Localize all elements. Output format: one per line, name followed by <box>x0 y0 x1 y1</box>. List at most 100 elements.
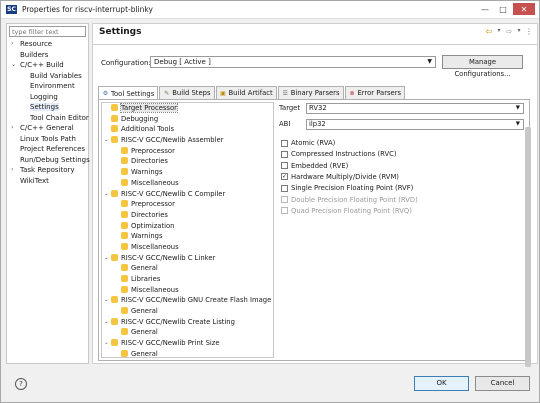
nav-item-label: Build Variables <box>30 71 82 80</box>
configuration-select[interactable]: Debug [ Active ] ▼ <box>150 56 436 68</box>
tool-tree-item[interactable]: ⌄ RISC-V GCC/Newlib GNU Create Flash Imag… <box>102 295 273 306</box>
extension-checkbox[interactable]: Single Precision Floating Point (RVF) <box>281 183 413 193</box>
abi-select[interactable]: ilp32 ▼ <box>306 119 524 130</box>
nav-item[interactable]: Builders <box>7 50 88 61</box>
tab-error-parsers[interactable]: ⊗ Error Parsers <box>344 86 406 99</box>
tool-tree-item[interactable]: General <box>102 327 273 338</box>
tool-tree-item[interactable]: Directories <box>102 210 273 221</box>
extension-checkbox[interactable]: Embedded (RVE) <box>281 161 348 171</box>
chevron-down-icon[interactable]: ⌄ <box>104 189 109 200</box>
tool-settings-icon <box>111 114 118 122</box>
tool-tree-item[interactable]: ⌄ RISC-V GCC/Newlib Print Size <box>102 338 273 349</box>
chevron-down-icon[interactable]: ⌄ <box>104 317 109 328</box>
nav-item[interactable]: ⌄ C/C++ Build <box>7 60 88 71</box>
chevron-down-icon[interactable]: ⌄ <box>11 60 16 71</box>
tool-tree-item[interactable]: ⌄ RISC-V GCC/Newlib C Linker <box>102 253 273 264</box>
tool-tree-item[interactable]: Debugging <box>102 114 273 125</box>
tool-tree-item[interactable]: ⌄ RISC-V GCC/Newlib Create Listing <box>102 317 273 328</box>
tab-binary-parsers[interactable]: ☰ Binary Parsers <box>277 86 344 99</box>
tool-tree-item[interactable]: Miscellaneous <box>102 285 273 296</box>
minimize-icon[interactable]: — <box>477 3 493 15</box>
maximize-icon[interactable]: □ <box>495 3 511 15</box>
tool-tree-item[interactable]: Preprocessor <box>102 199 273 210</box>
nav-item[interactable]: › Task Repository <box>7 165 88 176</box>
build-steps-icon: ✎ <box>164 89 170 97</box>
nav-item[interactable]: Run/Debug Settings <box>7 155 90 166</box>
tab-bar: ⚙ Tool Settings ✎ Build Steps ▣ Build Artifac… <box>98 86 406 100</box>
tool-tree: Target Processor Debugging Additional Tool… <box>101 102 274 358</box>
extension-label: Atomic (RVA) <box>291 139 336 147</box>
help-icon[interactable]: ? <box>15 378 27 390</box>
unchecked-icon[interactable] <box>281 162 288 170</box>
tool-settings-icon <box>121 146 128 154</box>
close-icon[interactable]: ✕ <box>513 3 535 15</box>
chevron-down-icon[interactable]: ▾ <box>495 27 503 36</box>
chevron-down-icon[interactable]: ⌄ <box>104 295 109 306</box>
nav-item[interactable]: Project References <box>7 144 88 155</box>
nav-item-label: Project References <box>20 145 86 153</box>
extension-checkbox[interactable]: ✓ Hardware Multiply/Divide (RVM) <box>281 172 399 182</box>
nav-item[interactable]: › Resource <box>7 39 88 50</box>
unchecked-icon[interactable] <box>281 184 288 192</box>
title-bar[interactable]: SC Properties for riscv-interrupt-blinky… <box>1 1 539 19</box>
tool-tree-item[interactable]: Warnings <box>102 231 273 242</box>
filter-input[interactable] <box>9 26 86 37</box>
tool-tree-item[interactable]: ⌄ RISC-V GCC/Newlib Assembler <box>102 135 273 146</box>
unchecked-icon[interactable] <box>281 139 288 147</box>
tool-tree-item[interactable]: Additional Tools <box>102 124 273 135</box>
nav-item[interactable]: Environment <box>7 81 88 92</box>
tool-tree-item[interactable]: Warnings <box>102 167 273 178</box>
chevron-right-icon[interactable]: › <box>11 165 13 176</box>
tab-tool-settings[interactable]: ⚙ Tool Settings <box>98 86 159 100</box>
tool-tree-item[interactable]: Optimization <box>102 221 273 232</box>
tool-tree-label: Miscellaneous <box>131 242 179 251</box>
nav-item[interactable]: Settings <box>7 102 88 113</box>
unchecked-icon[interactable] <box>281 150 288 158</box>
tool-tree-item[interactable]: General <box>102 263 273 274</box>
target-label: Target <box>279 104 301 112</box>
target-value: RV32 <box>309 104 327 112</box>
tool-settings-panel: Target Processor Debugging Additional Tool… <box>98 99 530 361</box>
tool-tree-item[interactable]: Miscellaneous <box>102 242 273 253</box>
tab-build-artifact[interactable]: ▣ Build Artifact <box>215 86 277 99</box>
nav-item[interactable]: WikiText <box>7 176 88 187</box>
tool-settings-icon <box>121 328 128 336</box>
tab-label: Build Steps <box>172 89 211 97</box>
tool-settings-icon <box>121 285 128 293</box>
extension-checkbox[interactable]: Compressed Instructions (RVC) <box>281 149 397 159</box>
navigation-panel: › Resource Builders ⌄ C/C++ Build Build Varia… <box>6 23 90 364</box>
tool-tree-item[interactable]: General <box>102 349 273 357</box>
back-icon[interactable]: ⇦ <box>485 27 493 36</box>
menu-icon[interactable]: ⋮ <box>525 27 533 36</box>
manage-configurations-button[interactable]: Manage Configurations... <box>442 55 523 78</box>
cancel-button[interactable]: Cancel <box>475 376 530 391</box>
tool-tree-item[interactable]: Libraries <box>102 274 273 285</box>
nav-item[interactable]: Tool Chain Editor <box>7 113 89 124</box>
tab-build-steps[interactable]: ✎ Build Steps <box>159 86 215 99</box>
chevron-down-icon[interactable]: ▾ <box>515 27 523 36</box>
chevron-down-icon[interactable]: ⌄ <box>104 253 109 264</box>
chevron-down-icon: ▼ <box>427 58 432 65</box>
chevron-right-icon[interactable]: › <box>11 123 13 134</box>
tool-tree-item[interactable]: Preprocessor <box>102 146 273 157</box>
chevron-down-icon[interactable]: ⌄ <box>104 135 109 146</box>
tool-tree-item[interactable]: General <box>102 306 273 317</box>
nav-item[interactable]: Logging <box>7 92 88 103</box>
chevron-right-icon[interactable]: › <box>11 39 13 50</box>
checked-icon[interactable]: ✓ <box>281 173 288 181</box>
tool-tree-item[interactable]: Miscellaneous <box>102 178 273 189</box>
tool-tree-item[interactable]: ⌄ RISC-V GCC/Newlib C Compiler <box>102 189 273 200</box>
extension-checkbox[interactable]: Atomic (RVA) <box>281 138 335 148</box>
tool-tree-item[interactable]: Directories <box>102 156 273 167</box>
nav-item[interactable]: Linux Tools Path <box>7 134 88 145</box>
forward-icon[interactable]: ⇨ <box>505 27 513 36</box>
chevron-down-icon[interactable]: ⌄ <box>104 338 109 349</box>
tool-tree-item[interactable]: Target Processor <box>102 103 273 114</box>
nav-item[interactable]: › C/C++ General <box>7 123 88 134</box>
target-select[interactable]: RV32 ▼ <box>306 103 524 114</box>
tool-settings-icon <box>111 253 118 261</box>
nav-item[interactable]: Build Variables <box>7 71 88 82</box>
ok-button[interactable]: OK <box>414 376 469 391</box>
tool-settings-icon <box>111 189 118 197</box>
vertical-scrollbar[interactable] <box>525 127 531 367</box>
